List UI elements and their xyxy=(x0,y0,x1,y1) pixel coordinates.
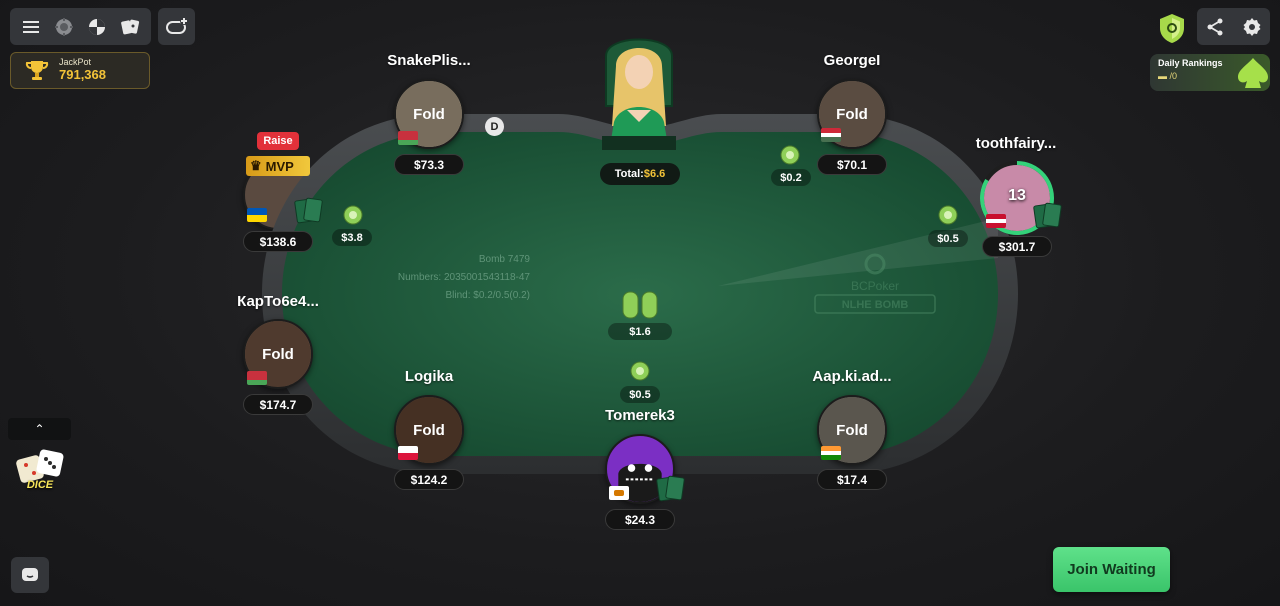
rankings-score: /0 xyxy=(1169,71,1178,81)
total-label: Total: xyxy=(614,168,644,180)
gear-icon[interactable] xyxy=(1240,15,1264,39)
main-pot-amount: $1.6 xyxy=(608,323,672,340)
flag-icon xyxy=(821,128,841,142)
bomb-id: Bomb 7479 xyxy=(478,254,530,265)
table-info: Bomb 7479 Numbers: 2035001543118-47 Blin… xyxy=(330,251,530,305)
player-stack: $73.3 xyxy=(394,154,464,175)
trophy-icon xyxy=(25,60,49,80)
poker-chip-icon[interactable] xyxy=(85,15,109,39)
share-icon[interactable] xyxy=(1203,15,1227,39)
dice-label: DICE xyxy=(26,479,54,491)
spade-trophy-icon xyxy=(1238,58,1268,88)
total-value: $6.6 xyxy=(643,168,666,180)
bet-amount: $0.5 xyxy=(620,386,660,403)
top-right-toolbar xyxy=(1197,8,1270,45)
player-stack: $138.6 xyxy=(243,231,313,252)
mvp-label: MVP xyxy=(265,158,294,174)
flag-icon xyxy=(821,446,841,460)
bet-chip-icon xyxy=(630,361,650,381)
player-stack: $17.4 xyxy=(817,469,887,490)
dealer-avatar xyxy=(602,38,676,150)
table-brand-logo: BCPoker NLHE BOMB xyxy=(800,250,950,320)
shield-icon xyxy=(1160,14,1184,43)
collapse-button[interactable]: ⌃ xyxy=(8,418,71,440)
dealer-button: D xyxy=(485,117,504,136)
raise-action-badge: Raise xyxy=(257,132,299,150)
hole-cards-icon xyxy=(656,475,685,502)
player-stack: $174.7 xyxy=(243,394,313,415)
jackpot-panel[interactable]: JackPot 791,368 xyxy=(10,52,150,89)
player-name: toothfairy... xyxy=(975,135,1057,152)
player-name: КарТо6е4... xyxy=(237,293,319,310)
join-waiting-button[interactable]: Join Waiting xyxy=(1053,547,1170,592)
player-stack: $124.2 xyxy=(394,469,464,490)
daily-rankings-panel[interactable]: Daily Rankings ▬ /0 xyxy=(1150,54,1270,91)
flag-icon xyxy=(398,446,418,460)
player-stack: $301.7 xyxy=(982,236,1052,257)
security-button[interactable] xyxy=(1154,10,1190,46)
chat-icon xyxy=(22,568,38,581)
bet-amount: $0.2 xyxy=(771,169,811,186)
player-name: Logika xyxy=(404,368,454,385)
main-pot-chips-icon xyxy=(622,291,658,319)
flag-icon xyxy=(247,371,267,385)
turn-timer: 13 xyxy=(1008,187,1026,204)
player-name: Tomerek3 xyxy=(605,407,675,424)
total-pot: Total: $6.6 xyxy=(600,163,680,185)
hole-cards-icon xyxy=(1033,202,1062,229)
blinds: Blind: $0.2/0.5(0.2) xyxy=(445,290,531,301)
player-name: GeorgeI xyxy=(823,52,881,69)
flag-icon xyxy=(247,208,267,222)
bet-amount: $0.5 xyxy=(928,230,968,247)
game-type: NLHE BOMB xyxy=(842,299,909,311)
cards-icon[interactable] xyxy=(118,15,142,39)
bet-chip-icon xyxy=(938,205,958,225)
jackpot-value: 791,368 xyxy=(59,67,106,83)
bet-amount: $3.8 xyxy=(332,229,372,246)
add-table-button[interactable] xyxy=(158,8,195,45)
menu-icon[interactable] xyxy=(19,15,43,39)
hole-cards-icon xyxy=(294,197,323,224)
top-left-toolbar xyxy=(10,8,151,45)
chip-icon[interactable] xyxy=(52,15,76,39)
chat-button[interactable] xyxy=(11,557,49,593)
crown-icon: ♛ xyxy=(250,158,262,173)
player-name: Aap.ki.ad... xyxy=(812,368,892,385)
add-table-icon xyxy=(165,16,188,34)
bet-chip-icon xyxy=(780,145,800,165)
chevron-up-icon: ⌃ xyxy=(34,422,45,436)
flag-icon xyxy=(986,214,1006,228)
player-name: SnakePlis... xyxy=(387,52,471,69)
flag-icon xyxy=(398,131,418,145)
bet-chip-icon xyxy=(343,205,363,225)
player-stack: $24.3 xyxy=(605,509,675,530)
flag-icon xyxy=(609,486,629,500)
mvp-badge: ♛ MVP xyxy=(246,156,310,176)
brand-name: BCPoker xyxy=(851,279,899,293)
player-stack: $70.1 xyxy=(817,154,887,175)
hand-numbers: Numbers: 2035001543118-47 xyxy=(397,272,530,283)
